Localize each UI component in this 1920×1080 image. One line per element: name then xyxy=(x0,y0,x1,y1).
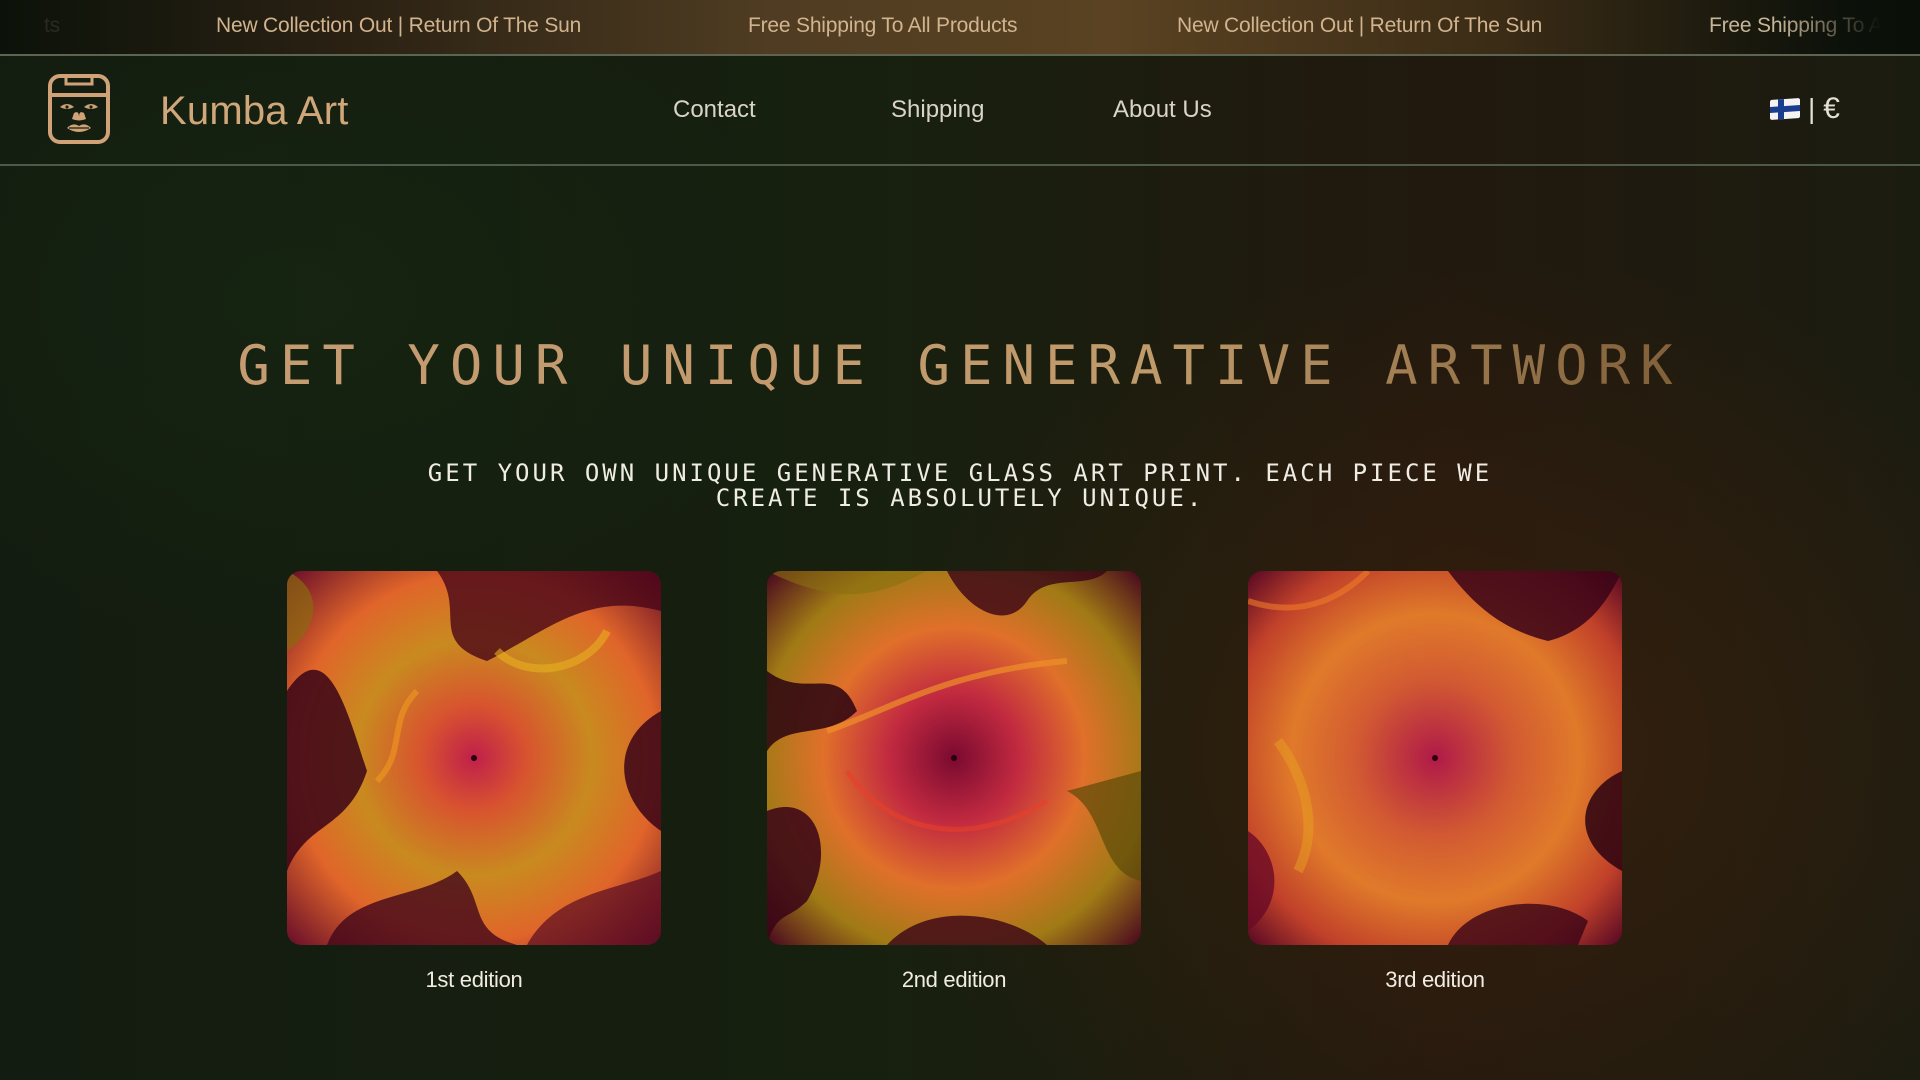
finland-flag-icon xyxy=(1770,97,1800,121)
announcement-bar: ts New Collection Out | Return Of The Su… xyxy=(0,0,1920,56)
locale-currency-selector[interactable]: | € xyxy=(1770,92,1840,126)
announcement-item: ts xyxy=(44,14,60,37)
generative-artwork-1 xyxy=(287,571,661,945)
hero-title: GET YOUR UNIQUE GENERATIVE ARTWORK xyxy=(0,334,1920,397)
announcement-item: New Collection Out | Return Of The Sun xyxy=(1177,14,1543,37)
product-caption[interactable]: 3rd edition xyxy=(1248,967,1622,993)
artwork-image[interactable] xyxy=(287,571,661,945)
hero-subtitle: GET YOUR OWN UNIQUE GENERATIVE GLASS ART… xyxy=(427,459,1493,512)
product-caption[interactable]: 1st edition xyxy=(287,967,661,993)
site-header: Kumba Art Contact Shipping About Us | € xyxy=(0,56,1920,166)
currency-symbol: € xyxy=(1823,92,1840,125)
announcement-item: Free Shipping To All Products xyxy=(748,14,1018,37)
product-caption[interactable]: 2nd edition xyxy=(767,967,1141,993)
announcement-item: New Collection Out | Return Of The Sun xyxy=(216,14,582,37)
nav-shipping[interactable]: Shipping xyxy=(891,96,984,124)
locale-separator: | xyxy=(1808,93,1816,124)
product-card[interactable]: 3rd edition xyxy=(1248,571,1622,993)
artwork-image[interactable] xyxy=(1248,571,1622,945)
nav-about-us[interactable]: About Us xyxy=(1113,96,1212,124)
brand-name[interactable]: Kumba Art xyxy=(160,89,349,134)
face-tablet-icon[interactable] xyxy=(47,73,111,145)
product-card[interactable]: 1st edition xyxy=(287,571,661,993)
generative-artwork-3 xyxy=(1248,571,1622,945)
generative-artwork-2 xyxy=(767,571,1141,945)
nav-contact[interactable]: Contact xyxy=(673,96,756,124)
artwork-image[interactable] xyxy=(767,571,1141,945)
announcement-item: Free Shipping To A xyxy=(1709,14,1883,37)
product-card[interactable]: 2nd edition xyxy=(767,571,1141,993)
